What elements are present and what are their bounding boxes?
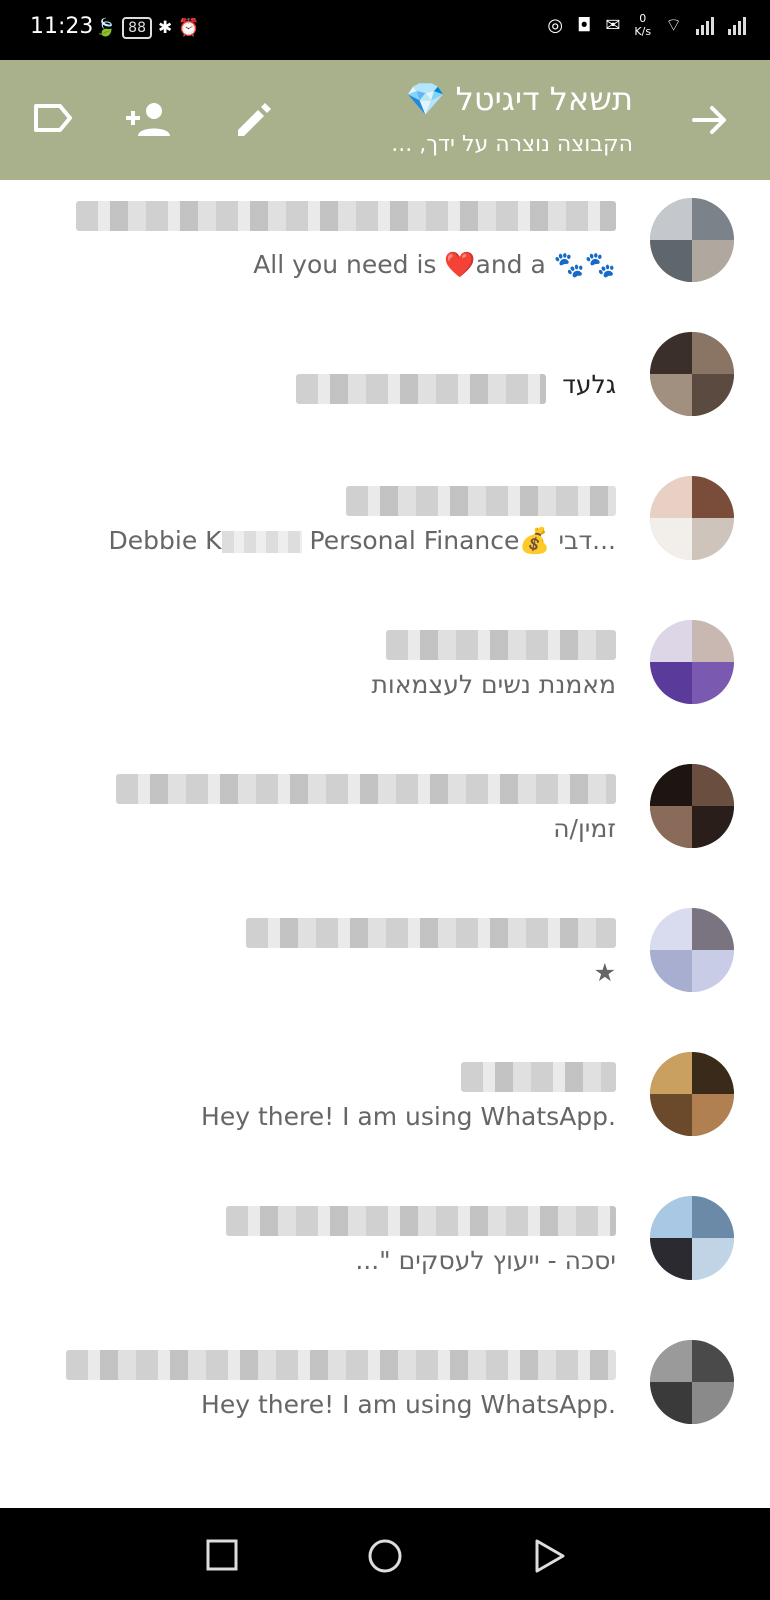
- signal-icon-2: [728, 15, 746, 35]
- leaf-icon: 🍃: [95, 18, 117, 38]
- alarm-icon: ⏰: [178, 18, 200, 38]
- avatar: [650, 764, 734, 848]
- mail-icon: ✉: [605, 14, 621, 36]
- avatar: [650, 620, 734, 704]
- contact-name-obscured: [116, 774, 616, 804]
- avatar: [650, 476, 734, 560]
- home-button[interactable]: [367, 1538, 403, 1578]
- instagram-icon: ◘: [577, 14, 592, 36]
- group-title: תשאל דיגיטל 💎: [405, 80, 633, 118]
- contact-name-obscured: [226, 1206, 616, 1236]
- contact-name-obscured: [246, 918, 616, 948]
- about-text-end: Personal Finance💰 דבי...: [301, 526, 617, 555]
- contact-about: ★: [593, 958, 616, 987]
- clock: 11:23: [30, 14, 94, 39]
- network-speed-unit: K/s: [634, 25, 652, 38]
- avatar: [650, 1340, 734, 1424]
- avatar: [650, 908, 734, 992]
- status-right-icons: ◎ ◘ ✉ 0 K/s ⌔: [547, 12, 746, 38]
- sync-icon: ◎: [547, 14, 564, 36]
- forward-arrow-icon[interactable]: [690, 100, 730, 144]
- list-item[interactable]: All you need is ❤️and a 🐾🐾: [0, 188, 770, 333]
- about-text: יסכה - ייעוץ לעסקים "...: [355, 1246, 616, 1275]
- wifi-icon: ⌔: [665, 14, 682, 36]
- list-item[interactable]: ★: [0, 908, 770, 1053]
- list-item[interactable]: Hey there! I am using WhatsApp.: [0, 1340, 770, 1485]
- list-item[interactable]: יסכה - ייעוץ לעסקים "...: [0, 1196, 770, 1341]
- contact-name-obscured: [76, 201, 616, 231]
- contact-name-obscured: [66, 1350, 616, 1380]
- list-item[interactable]: זמין/ה: [0, 764, 770, 909]
- network-speed: 0 K/s: [634, 12, 651, 38]
- list-item[interactable]: Debbie K Personal Finance💰 דבי...: [0, 476, 770, 621]
- avatar: [650, 1052, 734, 1136]
- contact-name-obscured: [346, 486, 616, 516]
- contact-about: Hey there! I am using WhatsApp.: [201, 1390, 616, 1419]
- contact-about: מאמנת נשים לעצמאות: [371, 670, 616, 699]
- avatar: [650, 1196, 734, 1280]
- recents-button[interactable]: [205, 1538, 239, 1576]
- add-person-icon[interactable]: [124, 100, 174, 144]
- contact-about: יסכה - ייעוץ לעסקים "...: [355, 1246, 616, 1275]
- avatar: [650, 198, 734, 282]
- bluetooth-icon: ✱: [158, 18, 173, 38]
- label-icon[interactable]: [30, 100, 74, 140]
- contact-name-obscured: [461, 1062, 616, 1092]
- contact-name-obscured: [386, 630, 616, 660]
- status-bar: 11:23 🍃 88 ✱ ⏰ ◎ ◘ ✉ 0 K/s ⌔: [0, 0, 770, 60]
- contact-about: Debbie K Personal Finance💰 דבי...: [109, 526, 616, 556]
- group-subtitle: הקבוצה נוצרה על ידך, ...: [391, 132, 633, 157]
- app-bar: תשאל דיגיטל 💎 הקבוצה נוצרה על ידך, ...: [0, 60, 770, 180]
- avatar: [650, 332, 734, 416]
- list-item[interactable]: Hey there! I am using WhatsApp.: [0, 1052, 770, 1197]
- contact-about: זמין/ה: [553, 814, 616, 843]
- network-speed-value: 0: [639, 12, 647, 25]
- contact-about: All you need is ❤️and a 🐾🐾: [253, 250, 616, 279]
- signal-icon: [696, 15, 714, 35]
- back-button[interactable]: [533, 1538, 567, 1578]
- system-navigation-bar: [0, 1508, 770, 1600]
- about-text-start: Debbie K: [108, 526, 222, 555]
- edit-icon[interactable]: [234, 100, 274, 144]
- participant-list: All you need is ❤️and a 🐾🐾 גלעד Debbie K…: [0, 180, 770, 1508]
- contact-name-obscured: [296, 374, 546, 404]
- list-item[interactable]: מאמנת נשים לעצמאות: [0, 620, 770, 765]
- contact-about: Hey there! I am using WhatsApp.: [201, 1102, 616, 1131]
- battery-icon: 88: [122, 17, 152, 39]
- contact-name: גלעד: [562, 370, 616, 399]
- status-left-icons: 🍃 88 ✱ ⏰: [95, 17, 199, 39]
- obscured-text: [221, 531, 302, 553]
- list-item[interactable]: גלעד: [0, 332, 770, 477]
